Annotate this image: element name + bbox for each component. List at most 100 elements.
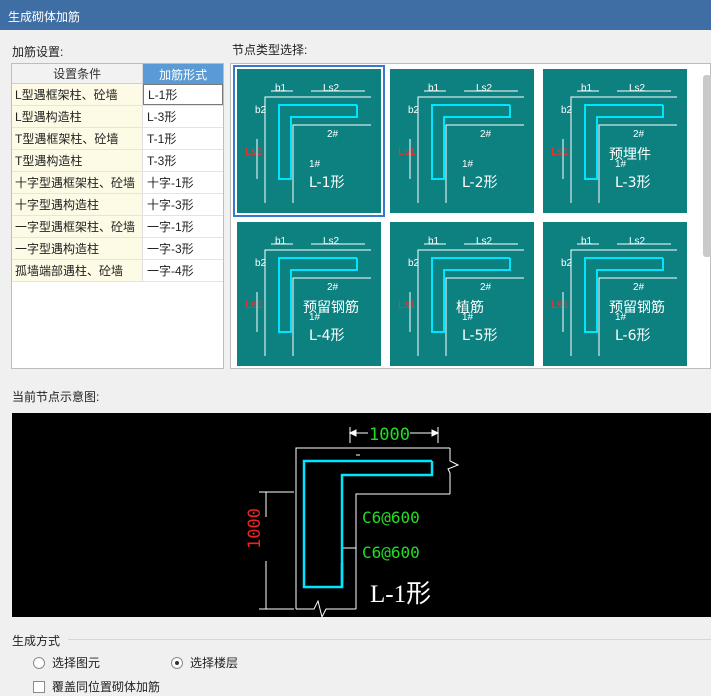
horizontal-length: 1000 [369,425,410,445]
node-name: L-3形 [615,175,651,191]
condition-cell: 十字型遇构造柱 [12,194,143,215]
table-row[interactable]: T型遇构造柱 T-3形 [12,150,223,172]
condition-cell: 十字型遇框架柱、砼墙 [12,172,143,193]
radio-button-selected[interactable] [171,656,183,669]
node-diagram: b1 Ls22#1#b2Ls1 预留钢筋L-4形 [245,236,371,356]
node-name: L-5形 [462,328,498,344]
dimension-label: b2 [408,105,420,116]
node-note: 预埋件 [609,147,651,163]
anchor-length-label: Ls1 [245,299,263,311]
dimension-label: b2 [255,105,267,116]
settings-label: 加筋设置: [12,45,64,59]
form-cell[interactable]: T-3形 [143,150,223,171]
preview-label: 当前节点示意图: [12,390,100,404]
table-row[interactable]: L型遇构造柱 L-3形 [12,106,223,128]
dimension-label: b1 [428,236,440,247]
dimension-label: b2 [408,258,420,269]
form-cell[interactable]: T-1形 [143,128,223,149]
column-header-form[interactable]: 加筋形式 [143,64,223,84]
node-diagram: b1 Ls22#1#b2Ls1 预埋件L-3形 [551,83,677,203]
node-note: 预留钢筋 [303,299,359,316]
vertical-length: 1000 [245,508,265,549]
node-note: 植筋 [456,299,484,316]
dimension-label: 2# [633,282,645,293]
node-name: L-2形 [462,175,498,191]
window-title: 生成砌体加筋 [8,10,81,24]
dimension-label: b2 [561,258,573,269]
node-diagram: b1 Ls2 2# 1# b2 Ls1 L-2形 [398,83,524,203]
spacing-label-1: C6@600 [362,508,420,527]
scrollbar-thumb[interactable] [703,75,711,257]
dimension-label: Ls2 [323,83,340,94]
table-row[interactable]: T型遇框架柱、砼墙 T-1形 [12,128,223,150]
preview-drawing: 1000 1000 C6@600 C6@600 L-1形 [245,425,460,619]
node-tile[interactable]: b1 Ls2 2# 1# b2 Ls1 预留钢筋 L-6形 [543,222,687,366]
overwrite-checkbox[interactable]: 覆盖同位置砌体加筋 [33,678,160,695]
node-name: L-1形 [309,175,345,191]
table-header: 设置条件 加筋形式 [12,64,223,84]
dimension-label: 2# [480,129,492,140]
form-cell[interactable]: 十字-1形 [143,172,223,193]
table-row[interactable]: 十字型遇框架柱、砼墙 十字-1形 [12,172,223,194]
condition-cell: T型遇构造柱 [12,150,143,171]
dimension-label: 2# [327,129,339,140]
form-cell[interactable]: 一字-3形 [143,238,223,259]
dimension-label: Ls2 [476,83,493,94]
node-tile[interactable]: b1 Ls2 2# 1# b2 Ls1 L-2形 [390,69,534,213]
anchor-length-label: Ls1 [245,146,263,158]
dimension-label: b1 [428,83,440,94]
condition-cell: 一字型遇构造柱 [12,238,143,259]
node-tile[interactable]: b1 Ls2 2# 1# b2 Ls1 植筋 L-5形 [390,222,534,366]
node-diagram: b1 Ls22#1#b2Ls1 植筋L-5形 [398,236,524,356]
anchor-length-label: Ls1 [551,299,569,311]
column-header-condition[interactable]: 设置条件 [12,64,144,84]
dimension-label: 2# [480,282,492,293]
condition-cell: L型遇框架柱、砼墙 [12,84,143,105]
node-tile[interactable]: b1 Ls2 2# 1# b2 Ls1 L-1形 [233,65,385,217]
condition-cell: 孤墙端部遇柱、砼墙 [12,260,143,281]
anchor-length-label: Ls1 [398,146,416,158]
table-row[interactable]: 孤墙端部遇柱、砼墙 一字-4形 [12,260,223,282]
mode-divider [68,639,711,640]
radio-label: 选择楼层 [190,656,239,670]
node-diagram: b1 Ls2 2# 1# b2 Ls1 L-1形 [245,83,371,203]
condition-cell: L型遇构造柱 [12,106,143,127]
condition-cell: 一字型遇框架柱、砼墙 [12,216,143,237]
form-cell[interactable]: L-1形 [143,84,223,105]
node-tile[interactable]: b1 Ls2 2# 1# b2 Ls1 预留钢筋 L-4形 [237,222,381,366]
form-cell[interactable]: 一字-1形 [143,216,223,237]
dimension-label: b2 [255,258,267,269]
table-row[interactable]: 一字型遇框架柱、砼墙 一字-1形 [12,216,223,238]
dimension-label: b1 [581,83,593,94]
node-name: L-4形 [309,328,345,344]
mode-label: 生成方式 [12,634,61,648]
dimension-label: 2# [327,282,339,293]
checkbox[interactable] [33,680,45,693]
dimension-label: Ls2 [476,236,493,247]
dimension-label: 1# [309,159,321,170]
radio-button[interactable] [33,656,45,669]
radio-select-element[interactable]: 选择图元 [33,654,100,671]
node-tile[interactable]: b1 Ls2 2# 1# b2 Ls1 预埋件 L-3形 [543,69,687,213]
node-note: 预留钢筋 [609,299,665,316]
dimension-label: b2 [561,105,573,116]
table-row[interactable]: 十字型遇构造柱 十字-3形 [12,194,223,216]
dimension-label: 1# [462,159,474,170]
form-cell[interactable]: L-3形 [143,106,223,127]
table-row[interactable]: 一字型遇构造柱 一字-3形 [12,238,223,260]
dimension-label: Ls2 [629,236,646,247]
radio-select-floor[interactable]: 选择楼层 [171,654,238,671]
node-preview: 1000 1000 C6@600 C6@600 L-1形 [12,413,711,619]
title-bar: 生成砌体加筋 [0,0,711,30]
dimension-label: Ls2 [323,236,340,247]
preview-node-name: L-1形 [370,581,431,608]
form-cell[interactable]: 一字-4形 [143,260,223,281]
dimension-label: b1 [275,236,287,247]
table-row[interactable]: L型遇框架柱、砼墙 L-1形 [12,84,223,106]
node-type-grid: b1 Ls2 2# 1# b2 Ls1 L-1形 b1 Ls2 2# 1# b2 Ls1 L-2形 b1 Ls… [230,63,711,369]
anchor-length-label: Ls1 [551,146,569,158]
node-type-label: 节点类型选择: [232,43,308,57]
form-cell[interactable]: 十字-3形 [143,194,223,215]
spacing-label-2: C6@600 [362,543,420,562]
dimension-label: b1 [581,236,593,247]
